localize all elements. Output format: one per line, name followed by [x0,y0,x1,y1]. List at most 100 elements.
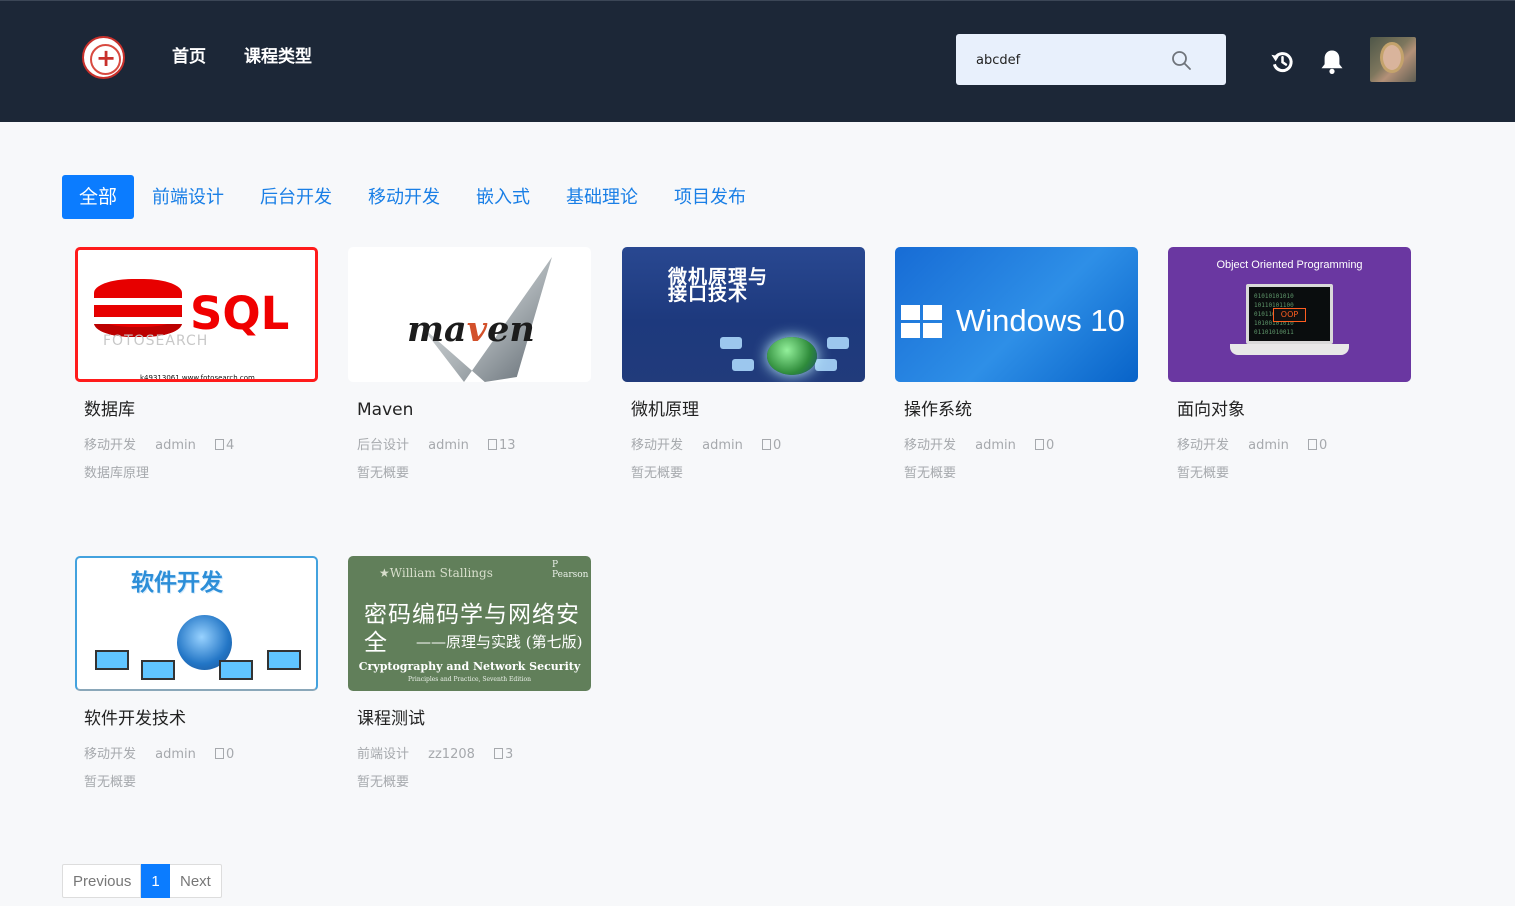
filter-tab-fundamentals[interactable]: 基础理论 [566,185,638,211]
cover-watermark: FOTOSEARCH [103,333,209,349]
course-title[interactable]: 课程测试 [357,707,425,731]
filter-tab-embedded[interactable]: 嵌入式 [476,185,530,211]
user-avatar[interactable] [1370,37,1416,82]
nav-course-types[interactable]: 课程类型 [244,45,312,69]
course-card[interactable]: Object Oriented Programming OOP 面向对象 移动开… [1168,247,1411,497]
cover-author: ★William Stallings [379,566,493,580]
course-card[interactable]: ★William Stallings P Pearson 密码编码学与网络安全 … [348,556,591,806]
bell-icon[interactable] [1319,48,1345,75]
course-count: 0 [1046,438,1055,453]
course-summary: 数据库原理 [84,466,150,481]
course-card[interactable]: maven Maven 后台设计 admin 13 暂无概要 [348,247,591,497]
course-author: admin [975,438,1016,453]
cover-edition: Principles and Practice, Seventh Edition [408,676,531,683]
course-cover-image[interactable]: 微机原理与 接口技术 [622,247,865,382]
chip-icon [815,359,837,371]
course-author: admin [428,438,469,453]
course-title[interactable]: 面向对象 [1177,398,1245,422]
course-summary: 暂无概要 [84,775,137,790]
cover-text: SQL [190,287,290,340]
cover-text: maven [407,309,535,350]
filter-tab-frontend[interactable]: 前端设计 [152,185,224,211]
course-meta: 前端设计 zz1208 3 [357,745,528,764]
nav-home[interactable]: 首页 [172,45,206,69]
course-cover-image[interactable]: Windows 10 [895,247,1138,382]
course-author: admin [155,438,196,453]
course-category: 移动开发 [1177,438,1230,453]
course-count: 0 [773,438,782,453]
course-summary: 暂无概要 [357,775,410,790]
course-meta: 移动开发 admin 4 [84,436,249,455]
pagination: Previous 1 Next [62,864,222,898]
course-category: 移动开发 [631,438,684,453]
course-title[interactable]: Maven [357,398,413,422]
course-category: 移动开发 [84,438,137,453]
course-summary: 暂无概要 [357,466,410,481]
laptop-icon [95,650,129,670]
course-cover-image[interactable]: SQL FOTOSEARCH k49313061 www.fotosearch.… [75,247,318,382]
laptop-icon [141,660,175,680]
search-icon[interactable] [1171,50,1192,71]
course-card[interactable]: 微机原理与 接口技术 微机原理 移动开发 admin 0 暂无概要 [622,247,865,497]
chip-icon [827,337,849,349]
course-card[interactable]: SQL FOTOSEARCH k49313061 www.fotosearch.… [75,247,318,497]
database-icon [94,279,182,337]
filter-tab-backend[interactable]: 后台开发 [260,185,332,211]
chip-icon [720,337,742,349]
course-cover-image[interactable]: maven [348,247,591,382]
count-icon [1035,439,1045,450]
course-count: 4 [226,438,235,453]
cover-subtitle: ——原理与实践 (第七版) [416,633,583,651]
globe-icon [767,337,817,375]
previous-page-button[interactable]: Previous [62,864,141,898]
course-cover-image[interactable]: 软件开发 [75,556,318,691]
top-navigation-bar: 首页 课程类型 [0,0,1515,122]
filter-tab-all[interactable]: 全部 [62,175,134,219]
laptop-base [1230,344,1349,355]
page-number-current[interactable]: 1 [141,864,170,898]
course-author: admin [1248,438,1289,453]
course-summary: 暂无概要 [1177,466,1230,481]
count-icon [494,748,504,759]
course-card[interactable]: 软件开发 软件开发技术 移动开发 admin 0 暂无概要 [75,556,318,806]
course-count: 0 [1319,438,1328,453]
publisher-badge: P Pearson [552,560,589,580]
course-meta: 移动开发 admin 0 [1177,436,1342,455]
course-meta: 移动开发 admin 0 [631,436,796,455]
windows-logo-icon [901,305,943,338]
course-title[interactable]: 微机原理 [631,398,699,422]
count-icon [215,748,225,759]
count-icon [215,439,225,450]
course-count: 13 [499,438,516,453]
course-title[interactable]: 数据库 [84,398,135,422]
course-summary: 暂无概要 [904,466,957,481]
site-logo[interactable] [82,36,125,79]
course-category: 前端设计 [357,747,410,762]
course-category: 移动开发 [84,747,137,762]
cover-text: Windows 10 [956,303,1125,338]
course-cover-image[interactable]: ★William Stallings P Pearson 密码编码学与网络安全 … [348,556,591,691]
course-cover-image[interactable]: Object Oriented Programming OOP [1168,247,1411,382]
search-input[interactable] [976,48,1166,72]
filter-tab-project-release[interactable]: 项目发布 [674,185,746,211]
course-category: 后台设计 [357,438,410,453]
course-author: admin [155,747,196,762]
course-count: 3 [505,747,514,762]
count-icon [762,439,772,450]
cover-footer: k49313061 www.fotosearch.com [140,374,255,382]
chip-icon [732,359,754,371]
course-title[interactable]: 操作系统 [904,398,972,422]
next-page-button[interactable]: Next [170,864,222,898]
course-meta: 移动开发 admin 0 [904,436,1069,455]
laptop-icon [219,660,253,680]
course-summary: 暂无概要 [631,466,684,481]
course-author: zz1208 [428,747,475,762]
cover-text: 软件开发 [131,570,223,596]
course-card[interactable]: Windows 10 操作系统 移动开发 admin 0 暂无概要 [895,247,1138,497]
history-icon[interactable] [1270,49,1295,74]
course-title[interactable]: 软件开发技术 [84,707,186,731]
course-count: 0 [226,747,235,762]
course-category: 移动开发 [904,438,957,453]
filter-tab-mobile[interactable]: 移动开发 [368,185,440,211]
cover-text: Object Oriented Programming [1216,259,1363,271]
